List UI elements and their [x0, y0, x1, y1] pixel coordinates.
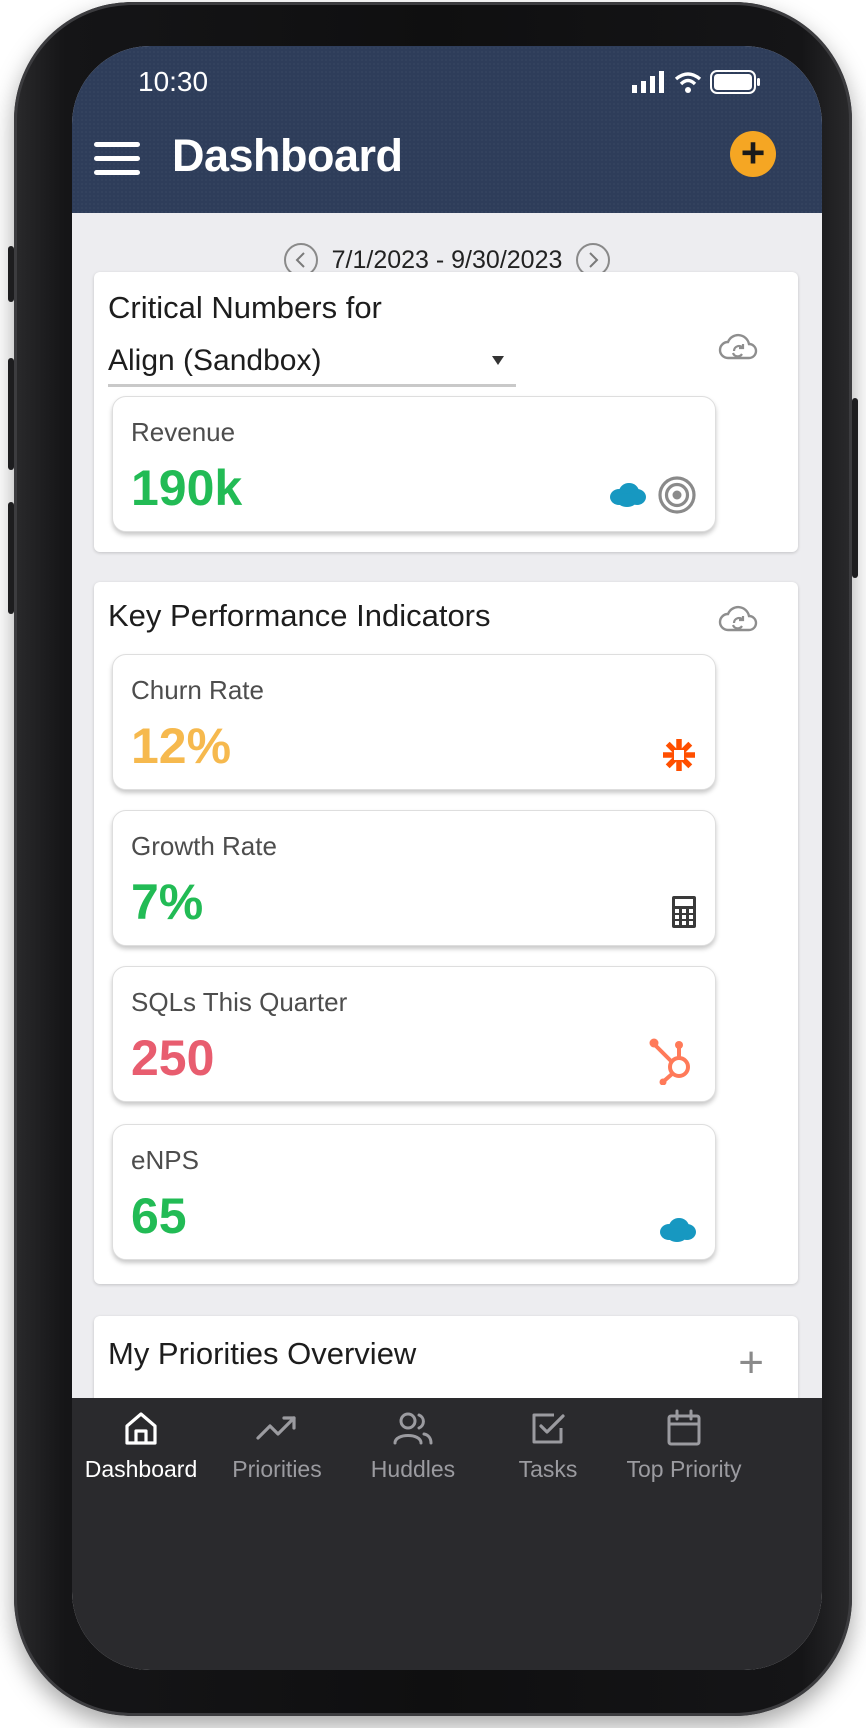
- date-range-text: 7/1/2023 - 9/30/2023: [331, 245, 563, 274]
- tab-label: Dashboard: [84, 1456, 198, 1482]
- critical-numbers-card: Critical Numbers for Align (Sandbox) Rev…: [94, 272, 798, 552]
- organization-select-value: Align (Sandbox): [108, 344, 322, 377]
- metric-value: 250: [131, 1030, 215, 1086]
- priorities-overview-title: My Priorities Overview: [108, 1336, 417, 1371]
- status-time: 10:30: [138, 66, 209, 97]
- cloud-sync-icon[interactable]: [718, 602, 758, 636]
- tab-label: Priorities: [232, 1456, 322, 1482]
- chevron-right-icon: [589, 252, 599, 268]
- metric-label: Revenue: [131, 417, 236, 447]
- volume-up-button: [8, 358, 14, 470]
- metric-card-revenue[interactable]: Revenue 190k: [112, 396, 716, 532]
- app-header: 10:30 Dashboard +: [72, 46, 822, 213]
- metric-value: 7%: [131, 874, 204, 930]
- phone-frame: 10:30 Dashboard + 7/1/2023 - 9/30/2023 C…: [8, 2, 858, 1716]
- metric-label: eNPS: [131, 1145, 199, 1175]
- silent-switch: [8, 246, 14, 302]
- bottom-tab-bar: Dashboard Priorities Huddles Tasks Top P…: [72, 1398, 822, 1670]
- tab-dashboard[interactable]: Dashboard: [72, 1408, 216, 1498]
- metric-source-icons: [609, 475, 697, 515]
- power-button: [852, 398, 858, 578]
- chevron-left-icon: [295, 252, 305, 268]
- target-icon[interactable]: [657, 475, 697, 515]
- tab-label: Top Priority: [626, 1456, 742, 1482]
- menu-icon[interactable]: [94, 142, 140, 178]
- caret-down-icon: [492, 356, 504, 365]
- metric-label: SQLs This Quarter: [131, 987, 348, 1017]
- add-priority-icon[interactable]: +: [738, 1338, 764, 1388]
- cloud-sync-icon[interactable]: [718, 330, 758, 364]
- checkbox-icon: [532, 1413, 565, 1444]
- tab-tasks[interactable]: Tasks: [473, 1408, 623, 1498]
- metric-label: Growth Rate: [131, 831, 277, 861]
- kpi-card: Key Performance Indicators Churn Rate 12…: [94, 582, 798, 1284]
- hubspot-icon: [649, 1038, 690, 1085]
- tab-top-priority[interactable]: Top Priority: [609, 1408, 759, 1498]
- wifi-icon: [674, 72, 702, 93]
- metric-source-icons: [649, 1035, 697, 1085]
- app-screen: 10:30 Dashboard + 7/1/2023 - 9/30/2023 C…: [72, 46, 822, 1670]
- metric-card-enps[interactable]: eNPS 65: [112, 1124, 716, 1260]
- calculator-icon: [672, 896, 696, 928]
- kpi-title: Key Performance Indicators: [108, 598, 491, 633]
- calendar-icon: [667, 1409, 701, 1446]
- metric-source-icons: [671, 895, 697, 929]
- metric-source-icons: [661, 737, 697, 773]
- metric-value: 12%: [131, 718, 232, 774]
- metric-source-icons: [659, 1217, 697, 1243]
- home-icon: [125, 1412, 157, 1445]
- organization-select[interactable]: Align (Sandbox): [108, 340, 516, 387]
- tab-label: Huddles: [370, 1456, 456, 1482]
- trending-up-icon: [256, 1416, 296, 1440]
- critical-numbers-title: Critical Numbers for: [108, 290, 382, 325]
- metric-card-sqls-this-quarter[interactable]: SQLs This Quarter 250: [112, 966, 716, 1102]
- signal-icon: [632, 71, 664, 93]
- metric-value: 190k: [131, 460, 243, 516]
- metric-card-churn-rate[interactable]: Churn Rate 12%: [112, 654, 716, 790]
- volume-down-button: [8, 502, 14, 614]
- salesforce-icon: [610, 483, 646, 507]
- zapier-icon: [663, 739, 695, 771]
- metric-card-growth-rate[interactable]: Growth Rate 7%: [112, 810, 716, 946]
- tab-label: Tasks: [518, 1456, 578, 1482]
- battery-icon: [710, 70, 760, 94]
- tab-huddles[interactable]: Huddles: [338, 1408, 488, 1498]
- metric-value: 65: [131, 1188, 187, 1244]
- metric-label: Churn Rate: [131, 675, 264, 705]
- tab-priorities[interactable]: Priorities: [202, 1408, 352, 1498]
- salesforce-icon: [660, 1218, 696, 1242]
- add-button[interactable]: +: [730, 131, 776, 177]
- page-title: Dashboard: [172, 130, 403, 181]
- users-icon: [393, 1412, 433, 1445]
- status-icons: [632, 70, 762, 94]
